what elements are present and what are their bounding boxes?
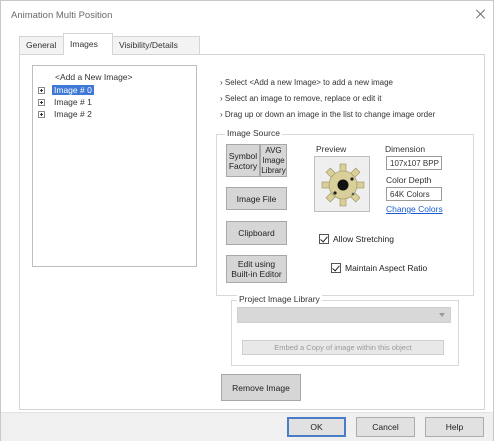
close-icon[interactable] <box>475 8 487 20</box>
checkbox-box[interactable] <box>319 234 329 244</box>
list-item-label: Image # 1 <box>54 97 92 107</box>
cancel-button[interactable]: Cancel <box>356 417 415 437</box>
plus-expander-icon[interactable] <box>38 98 45 106</box>
window-title: Animation Multi Position <box>11 10 113 21</box>
instruction-text: Drag up or down an image in the list to … <box>224 110 436 119</box>
chevron-down-icon <box>439 313 445 317</box>
symbol-factory-button[interactable]: Symbol Factory <box>226 144 260 177</box>
remove-image-button[interactable]: Remove Image <box>221 374 301 401</box>
title-bar: Animation Multi Position <box>1 1 493 29</box>
ok-button[interactable]: OK <box>287 417 346 437</box>
dialog-footer: OK Cancel Help <box>1 412 493 441</box>
instruction-line: › Select an image to remove, replace or … <box>220 94 382 103</box>
edit-builtin-editor-button[interactable]: Edit using Built-in Editor <box>226 255 287 283</box>
tab-general[interactable]: General <box>19 36 65 54</box>
preview-label: Preview <box>316 144 347 154</box>
project-image-library-dropdown[interactable] <box>237 307 451 323</box>
allow-stretching-checkbox[interactable]: Allow Stretching <box>319 234 394 244</box>
maintain-aspect-ratio-checkbox[interactable]: Maintain Aspect Ratio <box>331 263 427 273</box>
tab-images[interactable]: Images <box>63 33 113 55</box>
instruction-text: Select <Add a new Image> to add a new im… <box>224 78 393 87</box>
gear-image-preview <box>321 163 365 207</box>
list-item[interactable]: Image # 0 <box>38 84 94 96</box>
list-item[interactable]: Image # 2 <box>38 108 94 120</box>
instruction-text: Select an image to remove, replace or ed… <box>224 94 382 103</box>
project-image-library-label: Project Image Library <box>237 294 322 304</box>
animation-dialog: Animation Multi Position General Visibil… <box>0 0 494 441</box>
avg-image-library-button[interactable]: AVG Image Library <box>260 144 287 177</box>
image-list[interactable]: <Add a New Image> Image # 0 Image # 1 Im… <box>32 65 197 267</box>
list-item-label: Image # 2 <box>54 109 92 119</box>
tab-visibility-details[interactable]: Visibility/Details <box>112 36 200 54</box>
change-colors-link[interactable]: Change Colors <box>386 204 443 214</box>
embed-copy-button[interactable]: Embed a Copy of image within this object <box>242 340 444 355</box>
clipboard-button[interactable]: Clipboard <box>226 221 287 245</box>
instruction-line: › Select <Add a new Image> to add a new … <box>220 78 393 87</box>
dimension-label: Dimension <box>385 144 426 154</box>
maintain-aspect-ratio-label: Maintain Aspect Ratio <box>345 263 428 273</box>
image-preview <box>314 156 370 212</box>
image-file-button[interactable]: Image File <box>226 187 287 210</box>
list-item-label: Image # 0 <box>52 85 94 95</box>
instruction-line: › Drag up or down an image in the list t… <box>220 110 436 119</box>
add-new-image-item[interactable]: <Add a New Image> <box>55 72 133 82</box>
list-item[interactable]: Image # 1 <box>38 96 94 108</box>
allow-stretching-label: Allow Stretching <box>333 234 394 244</box>
checkbox-box[interactable] <box>331 263 341 273</box>
color-depth-field: 64K Colors <box>386 187 442 201</box>
help-button[interactable]: Help <box>425 417 484 437</box>
image-source-label: Image Source <box>225 128 282 138</box>
color-depth-label: Color Depth <box>386 175 432 185</box>
plus-expander-icon[interactable] <box>38 110 45 118</box>
dimension-field: 107x107 BPP <box>386 156 442 170</box>
plus-expander-icon[interactable] <box>38 86 45 94</box>
